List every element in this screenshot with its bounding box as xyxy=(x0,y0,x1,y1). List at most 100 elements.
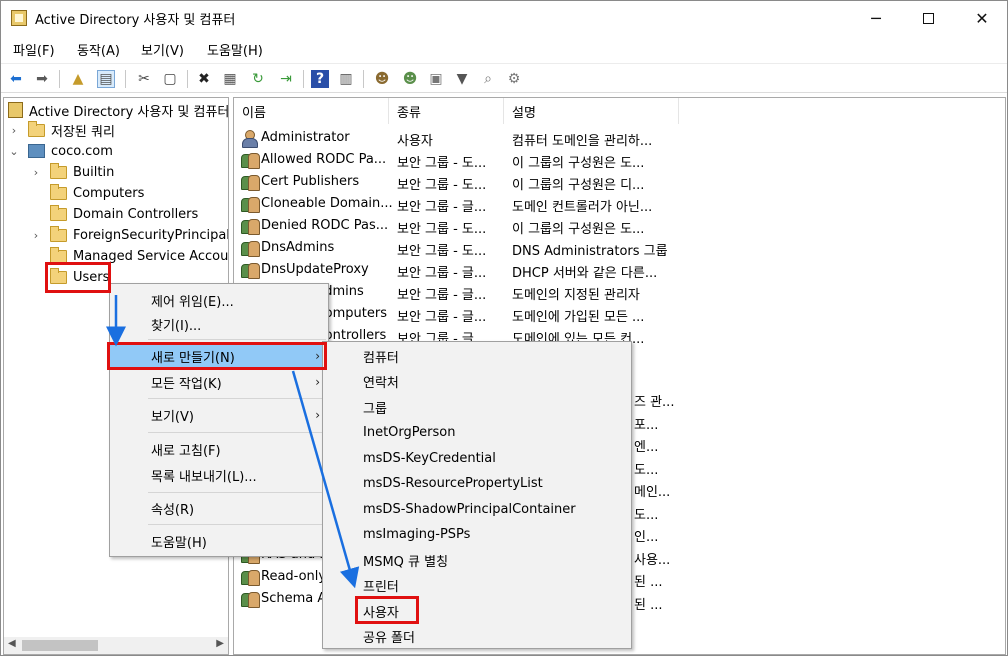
table-row[interactable]: Domain Admins보안 그룹 - 글...도메인의 지정된 관리자 xyxy=(234,281,1005,303)
menu-item-view[interactable]: 보기(V) › xyxy=(110,403,328,427)
tree-item-foreign-security-principals[interactable]: › ForeignSecurityPrincipals xyxy=(30,225,228,245)
menu-view[interactable]: 보기(V) xyxy=(141,40,184,59)
toolbar-separator xyxy=(187,70,188,88)
cell-description: 도메인의 지정된 관리자 xyxy=(512,288,640,303)
back-icon[interactable]: ⬅ xyxy=(7,70,25,88)
table-row[interactable]: Cloneable Domain... 보안 그룹 - 글... 도메인 컨트롤러가… xyxy=(234,193,1005,215)
cell-description-fragment: 즈 관... xyxy=(634,395,675,410)
tree-item-domain[interactable]: ⌄ coco.com xyxy=(8,141,112,161)
forward-icon[interactable]: ➡ xyxy=(33,70,51,88)
action-pane-icon[interactable]: ▥ xyxy=(337,70,355,88)
filter-icon[interactable]: ▼ xyxy=(453,70,471,88)
expand-arrow-icon[interactable]: › xyxy=(30,166,42,179)
submenu-item-contact[interactable]: 연락처 xyxy=(323,370,631,394)
submenu-item-inetorgperson[interactable]: InetOrgPerson xyxy=(323,421,631,445)
show-console-tree-icon[interactable]: ▤ xyxy=(97,70,115,88)
window-title: Active Directory 사용자 및 컴퓨터 xyxy=(35,13,236,28)
menu-item-properties[interactable]: 속성(R) xyxy=(110,496,328,520)
tree-item-label: Domain Controllers xyxy=(73,206,199,222)
folder-icon xyxy=(50,267,67,284)
menu-item-help[interactable]: 도움말(H) xyxy=(110,529,328,553)
close-button[interactable]: ✕ xyxy=(959,1,1005,35)
expand-arrow-icon[interactable]: › xyxy=(8,124,20,137)
delete-icon[interactable]: ✖ xyxy=(195,70,213,88)
tree-item-saved-queries[interactable]: › 저장된 쿼리 xyxy=(8,120,115,140)
up-folder-icon[interactable]: ▲ xyxy=(69,70,87,88)
submenu-arrow-icon: › xyxy=(315,349,320,363)
tree-item-builtin[interactable]: › Builtin xyxy=(30,162,114,182)
domain-icon xyxy=(28,144,45,158)
tree-item-managed-service-accounts[interactable]: Managed Service Accounts xyxy=(50,246,229,266)
tree-item-label: Computers xyxy=(73,185,145,201)
help-icon[interactable]: ? xyxy=(311,70,329,88)
new-group-icon[interactable]: ☻ xyxy=(401,70,419,88)
scroll-right-icon[interactable]: ▶ xyxy=(216,638,224,649)
submenu-item-computer[interactable]: 컴퓨터 xyxy=(323,344,631,368)
tree-root[interactable]: Active Directory 사용자 및 컴퓨터 xyxy=(8,100,229,120)
table-row[interactable]: Allowed RODC Pa... 보안 그룹 - 도... 이 그룹의 구성원은… xyxy=(234,149,1005,171)
submenu-item-shared-folder[interactable]: 공유 폴더 xyxy=(323,625,631,649)
submenu-item-msds-resourcepropertylist[interactable]: msDS-ResourcePropertyList xyxy=(323,472,631,496)
column-header-name[interactable]: 이름 xyxy=(234,98,389,124)
refresh-icon[interactable]: ↻ xyxy=(249,70,267,88)
minimize-button[interactable]: ─ xyxy=(853,1,899,35)
scrollbar-thumb[interactable] xyxy=(22,640,98,651)
expand-arrow-icon[interactable]: › xyxy=(30,229,42,242)
submenu-item-msds-shadowprincipalcontainer[interactable]: msDS-ShadowPrincipalContainer xyxy=(323,497,631,521)
tree-horizontal-scrollbar[interactable]: ◀ ▶ xyxy=(4,637,228,654)
export-list-icon[interactable]: ⇥ xyxy=(277,70,295,88)
menu-item-all-tasks[interactable]: 모든 작업(K) › xyxy=(110,370,328,394)
column-header-type[interactable]: 종류 xyxy=(389,98,504,124)
tree-item-domain-controllers[interactable]: Domain Controllers xyxy=(50,204,198,224)
menu-action[interactable]: 동작(A) xyxy=(77,40,120,59)
column-header-description[interactable]: 설명 xyxy=(504,98,679,124)
group-icon xyxy=(240,196,260,213)
menu-item-export-list[interactable]: 목록 내보내기(L)... xyxy=(110,463,328,487)
tree-item-label: Managed Service Accounts xyxy=(73,248,229,264)
copy-icon[interactable]: ▢ xyxy=(161,70,179,88)
submenu-item-group[interactable]: 그룹 xyxy=(323,395,631,419)
table-row[interactable]: Cert Publishers 보안 그룹 - 도... 이 그룹의 구성원은 디.… xyxy=(234,171,1005,193)
app-icon xyxy=(11,10,27,26)
cell-description-fragment: 도... xyxy=(634,462,659,478)
properties-icon[interactable]: ▦ xyxy=(221,70,239,88)
tree-item-label: Builtin xyxy=(73,164,115,180)
new-ou-icon[interactable]: ▣ xyxy=(427,70,445,88)
menu-item-delegate-control[interactable]: 제어 위임(E)... xyxy=(110,288,328,312)
submenu-item-msmq-queue-alias[interactable]: MSMQ 큐 별칭 xyxy=(323,548,631,572)
menu-separator xyxy=(148,492,326,493)
scroll-left-icon[interactable]: ◀ xyxy=(8,638,16,649)
menu-help[interactable]: 도움말(H) xyxy=(207,40,263,59)
menu-item-new[interactable]: 새로 만들기(N) › xyxy=(110,344,328,368)
user-icon xyxy=(240,130,258,148)
table-row[interactable]: Denied RODC Pas... 보안 그룹 - 도... 이 그룹의 구성원은… xyxy=(234,215,1005,237)
submenu-item-msds-keycredential[interactable]: msDS-KeyCredential xyxy=(323,446,631,470)
folder-icon xyxy=(50,162,67,179)
menu-item-find[interactable]: 찾기(I)... xyxy=(110,312,328,336)
table-row[interactable]: DnsUpdateProxy 보안 그룹 - 글... DHCP 서버와 같은 다른… xyxy=(234,259,1005,281)
submenu-item-user[interactable]: 사용자 xyxy=(323,599,631,623)
ad-root-icon xyxy=(8,102,23,118)
cell-name: Administrator xyxy=(261,130,350,145)
table-row[interactable]: DnsAdmins 보안 그룹 - 도... DNS Administrators … xyxy=(234,237,1005,259)
new-user-icon[interactable]: ☻ xyxy=(373,70,391,88)
table-row[interactable]: Administrator 사용자 컴퓨터 도메인을 관리하... xyxy=(234,127,1005,149)
collapse-arrow-icon[interactable]: ⌄ xyxy=(8,145,20,158)
toolbar-separator xyxy=(125,70,126,88)
table-row[interactable]: Domain Computers보안 그룹 - 글...도메인에 가입된 모든 … xyxy=(234,303,1005,325)
tree-item-computers[interactable]: Computers xyxy=(50,183,144,203)
submenu-item-msimaging-psps[interactable]: msImaging-PSPs xyxy=(323,523,631,547)
find-icon[interactable]: ⌕ xyxy=(479,70,497,88)
delegate-icon[interactable]: ⚙ xyxy=(505,70,523,88)
menu-file[interactable]: 파일(F) xyxy=(13,40,55,59)
cell-description: DNS Administrators 그룹 xyxy=(512,244,668,259)
group-icon xyxy=(240,262,260,279)
maximize-button[interactable] xyxy=(905,1,951,35)
submenu-item-printer[interactable]: 프린터 xyxy=(323,574,631,598)
cell-type: 보안 그룹 - 글... xyxy=(397,266,487,281)
tree-root-label: Active Directory 사용자 및 컴퓨터 xyxy=(29,104,229,120)
tree-item-label: 저장된 쿼리 xyxy=(51,124,115,140)
cut-icon[interactable]: ✂ xyxy=(135,70,153,88)
tree-item-users[interactable]: Users xyxy=(50,267,109,287)
menu-item-refresh[interactable]: 새로 고침(F) xyxy=(110,437,328,461)
